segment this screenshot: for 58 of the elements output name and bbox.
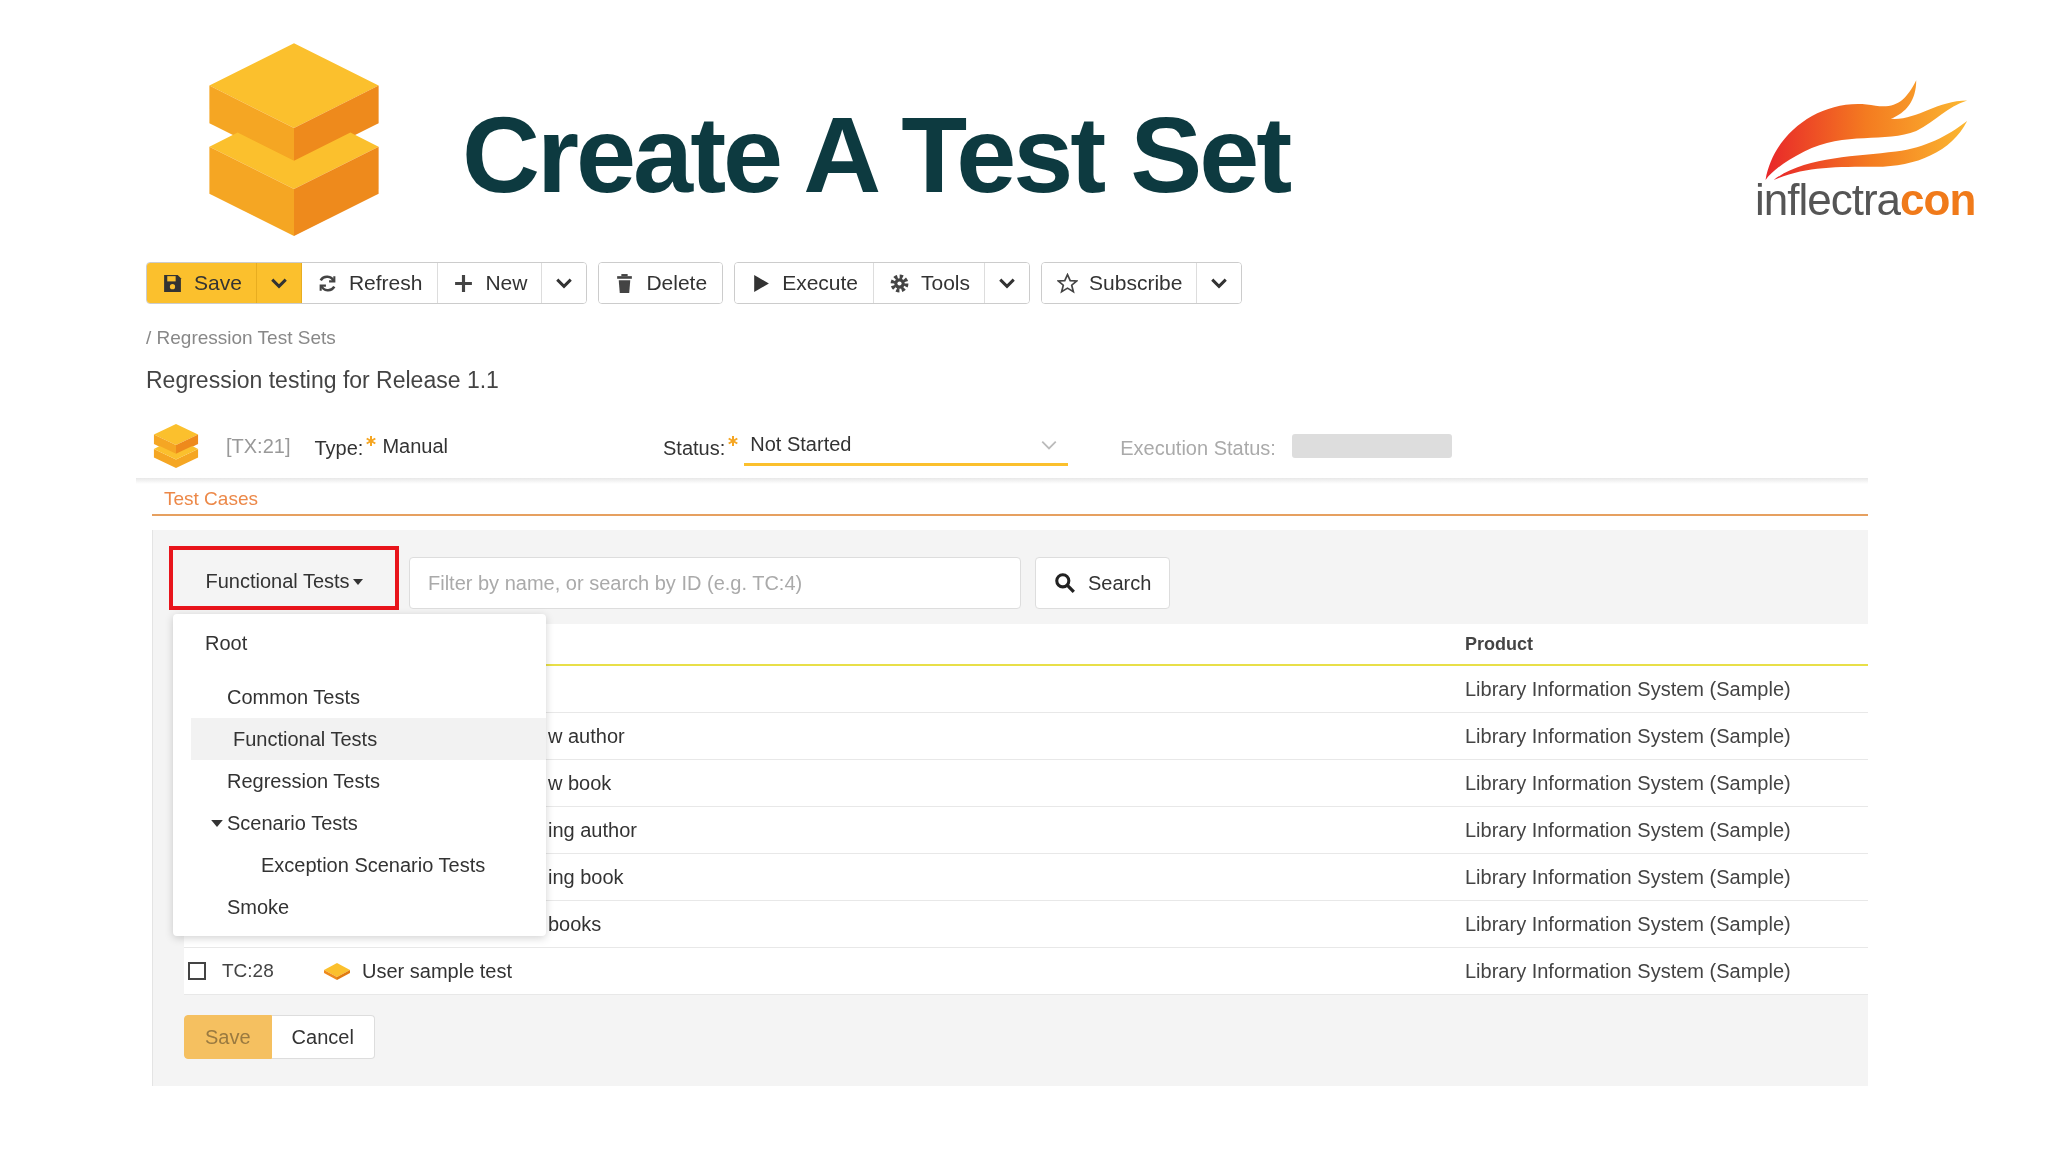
search-button[interactable]: Search — [1035, 557, 1171, 609]
table-cell: Library Information System (Sample) — [1465, 959, 1791, 983]
field-label: Execution Status: — [1120, 436, 1276, 460]
folder-menu-item[interactable]: Functional Tests — [191, 718, 546, 760]
logo-wordmark: inflectracon — [1755, 178, 1977, 222]
toolbar-button[interactable]: Delete — [599, 263, 723, 303]
expand-caret-icon[interactable] — [211, 819, 223, 827]
folder-menu-item[interactable]: Exception Scenario Tests — [173, 844, 546, 886]
chevron-down-icon — [998, 277, 1017, 289]
folder-menu-item[interactable]: Regression Tests — [173, 760, 546, 802]
test-set-name: Regression testing for Release 1.1 — [146, 366, 500, 394]
gear-icon — [889, 272, 910, 294]
toolbar-button[interactable]: Save — [147, 263, 256, 303]
filter-field[interactable]: Filter by name, or search by ID (e.g. TC:4) — [409, 557, 1021, 609]
slide-title: Create A Test Set — [462, 96, 1290, 215]
table-cell: books — [548, 912, 602, 936]
table-cell: Library Information System (Sample) — [1465, 677, 1791, 701]
dropdown-button[interactable] — [541, 263, 587, 303]
table-cell: w author — [548, 724, 625, 748]
chevron-down-icon — [555, 277, 574, 289]
field-value: Manual — [382, 434, 448, 458]
table-cell: User sample test — [362, 959, 513, 983]
artifact-id: [TX:21] — [226, 434, 291, 458]
table-cell: ing author — [548, 818, 637, 842]
breadcrumb-link[interactable]: / Regression Test Sets — [146, 326, 1868, 350]
folder-menu-item[interactable]: Smoke — [173, 886, 546, 928]
status-dropdown[interactable]: Not Started — [744, 426, 1069, 466]
row-checkbox[interactable] — [188, 962, 206, 980]
table-cell: Library Information System (Sample) — [1465, 818, 1791, 842]
dropdown-button[interactable] — [984, 263, 1030, 303]
search-icon — [1054, 572, 1076, 594]
folder-menu-item[interactable]: Common Tests — [173, 676, 546, 718]
plus-icon — [453, 272, 475, 294]
caret-down-icon — [352, 578, 363, 585]
cancel-button[interactable]: Cancel — [271, 1015, 375, 1059]
dropdown-button[interactable] — [255, 263, 302, 303]
field-label: Status: — [663, 436, 726, 460]
table-cell: w book — [548, 771, 612, 795]
column-header: Product — [1465, 633, 1533, 655]
star-icon — [1057, 272, 1079, 294]
chevron-down-icon — [1040, 438, 1059, 451]
folder-menu-item[interactable]: Root — [173, 622, 546, 664]
dropdown-button[interactable] — [1196, 263, 1242, 303]
table-cell: Library Information System (Sample) — [1465, 865, 1791, 889]
table-cell: ing book — [548, 865, 624, 889]
table-cell: Library Information System (Sample) — [1465, 724, 1791, 748]
cube-icon — [152, 422, 200, 470]
test-case-icon — [322, 961, 352, 981]
table-cell-text: TC:28 — [222, 960, 275, 982]
folder-menu-item[interactable]: Scenario Tests — [173, 802, 546, 844]
toolbar-button[interactable]: Execute — [735, 263, 874, 303]
chevron-down-icon — [269, 277, 288, 289]
table-cell: Library Information System (Sample) — [1465, 771, 1791, 795]
chevron-down-icon — [1210, 277, 1229, 289]
field-label: Type: — [314, 436, 364, 460]
table-cell: Library Information System (Sample) — [1465, 912, 1791, 936]
folder-dropdown-button[interactable]: Functional Tests — [169, 546, 399, 610]
save-icon — [162, 272, 183, 294]
